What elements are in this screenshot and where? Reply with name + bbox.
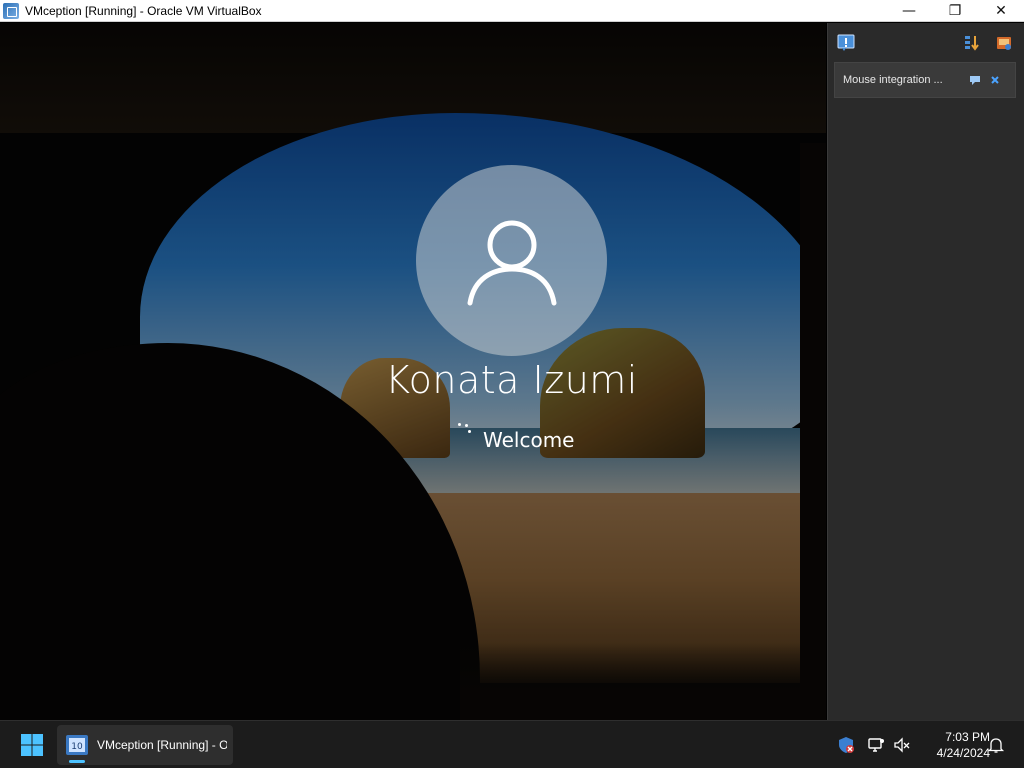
sort-icon[interactable] [962,33,982,53]
clock-date: 4/24/2024 [936,746,990,760]
taskbar: 10 VMception [Running] - Oracle VM Virtu… [0,720,1024,768]
loading-spinner-icon [456,423,476,435]
taskbar-clock[interactable]: 7:03 PM 4/24/2024 [918,729,990,761]
virtualbox-app-icon[interactable] [3,2,19,19]
notification-toolbar [828,23,1024,63]
start-button[interactable] [10,729,54,761]
security-tray-icon[interactable] [836,735,856,755]
window-titlebar: VMception [Running] - Oracle VM VirtualB… [0,0,1024,22]
taskbar-item-virtualbox[interactable]: 10 VMception [Running] - Oracle VM Virtu… [57,725,233,765]
active-window-indicator [69,760,85,763]
restore-button[interactable]: ❐ [932,0,978,22]
volume-muted-tray-icon[interactable] [892,735,912,755]
svg-text:10: 10 [71,742,83,752]
network-tray-icon[interactable] [866,735,886,755]
user-icon [467,220,556,305]
notification-help-icon[interactable] [967,72,983,88]
windows-start-icon [21,734,43,756]
virtualbox-taskbar-icon: 10 [66,735,88,755]
notification-item[interactable]: Mouse integration ... [834,62,1016,98]
user-avatar [416,165,607,356]
close-button[interactable]: ✕ [978,0,1024,22]
notification-center-icon[interactable] [836,33,856,53]
notification-bell-icon[interactable] [986,735,1006,755]
vm-display[interactable]: Konata Izumi Welcome [0,23,826,720]
notification-settings-icon[interactable] [994,33,1014,53]
clock-time: 7:03 PM [945,730,990,744]
minimize-button[interactable]: — [886,0,932,22]
notification-text: Mouse integration ... [843,74,943,86]
taskbar-item-label: VMception [Running] - Oracle VM VirtualB… [97,738,227,752]
notification-close-icon[interactable] [987,72,1003,88]
notification-center-panel: Mouse integration ... [827,23,1024,720]
login-status-text: Welcome [483,428,575,452]
login-user-name: Konata Izumi [385,358,638,402]
window-controls: — ❐ ✕ [886,0,1024,22]
window-title: VMception [Running] - Oracle VM VirtualB… [25,3,262,18]
